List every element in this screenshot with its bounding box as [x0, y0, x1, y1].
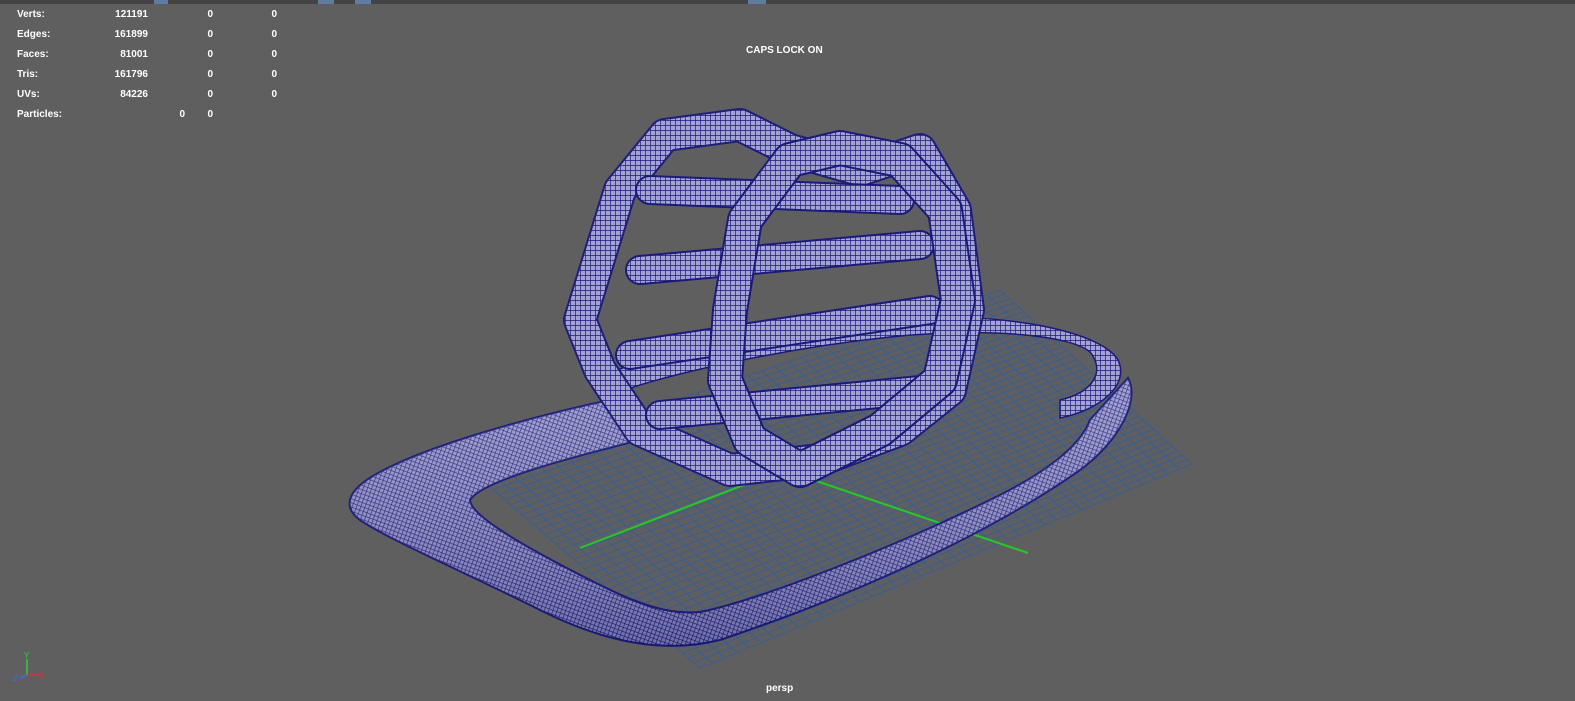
- hud-value: 161899: [114, 29, 148, 40]
- view-axis-gizmo: Y X Z: [13, 651, 45, 682]
- hud-label: UVs:: [17, 89, 40, 100]
- hud-value: 81001: [120, 49, 148, 60]
- x-axis-label: X: [39, 671, 45, 680]
- hud-label: Particles:: [17, 109, 63, 120]
- hud-value: 0: [207, 49, 213, 60]
- camera-name-label: persp: [766, 683, 794, 694]
- hud-value: 0: [271, 89, 277, 100]
- hud-value: 0: [271, 49, 277, 60]
- hud-value: 0: [271, 9, 277, 20]
- perspective-viewport[interactable]: Verts: 121191 0 0 Edges: 161899 0 0 Faces: 81001 0…: [0, 0, 1575, 701]
- cage-wheel: [563, 108, 985, 488]
- hud-value: 0: [207, 29, 213, 40]
- hud-value: 0: [179, 109, 185, 120]
- hud-value: 121191: [115, 9, 148, 20]
- hud-label: Tris:: [17, 69, 39, 80]
- hud-row: Tris: 161796 0 0: [17, 65, 277, 85]
- hud-row: Edges: 161899 0 0: [17, 25, 277, 45]
- hud-value: 0: [207, 89, 213, 100]
- hud-row: Verts: 121191 0 0: [17, 5, 277, 25]
- hud-row: Faces: 81001 0 0: [17, 45, 277, 65]
- hud-value: 0: [207, 69, 213, 80]
- hud-label: Edges:: [17, 29, 51, 40]
- z-axis-line: [19, 674, 28, 679]
- z-axis-label: Z: [13, 674, 18, 682]
- caps-lock-indicator: CAPS LOCK ON: [746, 45, 823, 56]
- hud-label: Verts:: [17, 9, 45, 20]
- hud-value: 84226: [120, 89, 148, 100]
- hud-value: 0: [271, 69, 277, 80]
- hud-row: UVs: 84226 0 0: [17, 85, 277, 105]
- hud-label: Faces:: [17, 49, 49, 60]
- hud-value: 0: [207, 109, 213, 120]
- hud-value: 0: [207, 9, 213, 20]
- hud-value: 0: [271, 29, 277, 40]
- hud-value: 161796: [114, 69, 148, 80]
- poly-count-hud: Verts: 121191 0 0 Edges: 161899 0 0 Faces: 81001 0…: [17, 5, 277, 125]
- y-axis-label: Y: [24, 651, 30, 660]
- hud-row: Particles: 0 0: [17, 105, 277, 125]
